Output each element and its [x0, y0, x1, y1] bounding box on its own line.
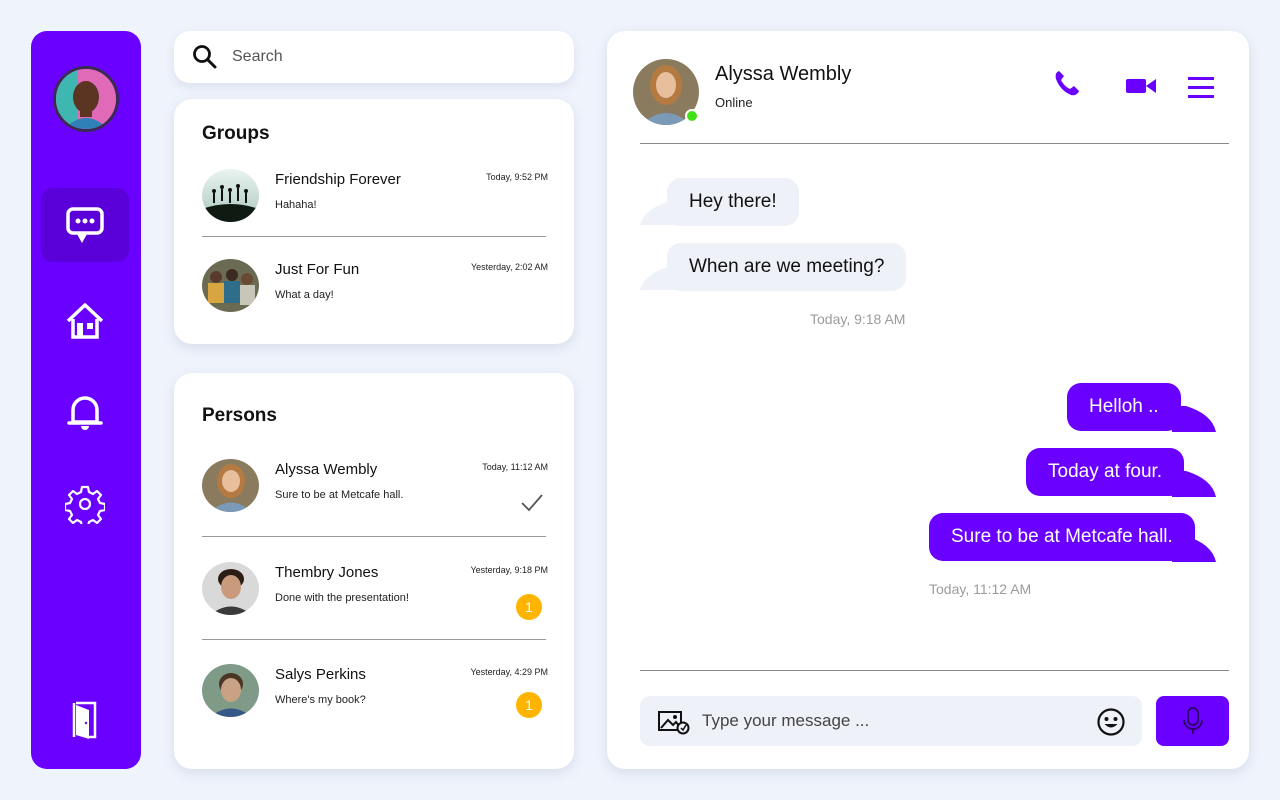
sidebar: [31, 31, 141, 769]
divider: [202, 536, 546, 537]
group-time: Yesterday, 2:02 AM: [470, 262, 548, 272]
unread-badge: 1: [516, 692, 542, 718]
divider: [202, 236, 546, 237]
user-avatar[interactable]: [53, 66, 119, 132]
group-last-message: What a day!: [275, 289, 334, 301]
group-avatar: [202, 169, 259, 222]
unread-badge: 1: [516, 594, 542, 620]
message-out: Helloh ..: [1067, 383, 1181, 431]
person-time: Yesterday, 4:29 PM: [470, 667, 548, 677]
group-item-friendship-forever[interactable]: Friendship Forever Hahaha! Today, 9:52 P…: [202, 169, 548, 229]
nav-home[interactable]: [41, 284, 129, 358]
message-input[interactable]: [702, 708, 1082, 734]
person-time: Today, 11:12 AM: [482, 462, 548, 472]
nav-chat[interactable]: [41, 188, 129, 262]
bell-icon: [67, 396, 103, 430]
person-avatar: [202, 664, 259, 717]
person-item-alyssa-wembly[interactable]: Alyssa Wembly Sure to be at Metcafe hall…: [202, 459, 548, 519]
person-last-message: Sure to be at Metcafe hall.: [275, 489, 404, 501]
message-composer: [640, 696, 1142, 746]
gear-icon: [65, 485, 105, 524]
microphone-icon: [1182, 707, 1203, 734]
phone-icon[interactable]: [1053, 69, 1081, 97]
person-item-thembry-jones[interactable]: Thembry Jones Done with the presentation…: [202, 562, 548, 622]
group-last-message: Hahaha!: [275, 199, 317, 211]
search-bar: [174, 31, 574, 83]
message-out: Sure to be at Metcafe hall.: [929, 513, 1195, 561]
header-divider: [640, 143, 1229, 144]
person-avatar: [202, 459, 259, 512]
video-icon[interactable]: [1125, 76, 1157, 96]
person-item-salys-perkins[interactable]: Salys Perkins Where's my book? Yesterday…: [202, 664, 548, 724]
chat-icon: [66, 207, 104, 244]
persons-card: Persons Alyssa Wembly Sure to be at Metc…: [174, 373, 574, 769]
person-name: Salys Perkins: [275, 666, 366, 683]
message-timestamp: Today, 11:12 AM: [929, 581, 1032, 597]
read-check-icon: [521, 494, 543, 512]
nav-notifications[interactable]: [41, 375, 129, 449]
message-in: Hey there!: [667, 178, 799, 226]
online-indicator: [685, 109, 699, 123]
nav-settings[interactable]: [41, 467, 129, 541]
voice-message-button[interactable]: [1156, 696, 1229, 746]
search-input[interactable]: [232, 48, 552, 66]
group-name: Just For Fun: [275, 261, 360, 278]
person-avatar: [202, 562, 259, 615]
search-icon[interactable]: [192, 44, 218, 70]
door-icon: [72, 701, 97, 739]
message-out: Today at four.: [1026, 448, 1185, 496]
group-avatar: [202, 259, 259, 312]
person-time: Yesterday, 9:18 PM: [470, 565, 548, 575]
logout-button[interactable]: [41, 683, 129, 757]
groups-title: Groups: [202, 123, 270, 144]
contact-name: Alyssa Wembly: [715, 63, 852, 85]
person-last-message: Where's my book?: [275, 694, 366, 706]
message-in: When are we meeting?: [667, 243, 907, 291]
composer-divider: [640, 670, 1229, 671]
emoji-icon[interactable]: [1096, 707, 1126, 737]
person-last-message: Done with the presentation!: [275, 592, 409, 604]
person-name: Alyssa Wembly: [275, 461, 378, 478]
groups-card: Groups Friendship Forever Hahaha! Today,…: [174, 99, 574, 344]
home-icon: [66, 303, 104, 339]
message-timestamp: Today, 9:18 AM: [810, 311, 906, 327]
persons-title: Persons: [202, 405, 277, 426]
menu-icon[interactable]: [1187, 75, 1215, 101]
group-name: Friendship Forever: [275, 171, 401, 188]
group-item-just-for-fun[interactable]: Just For Fun What a day! Yesterday, 2:02…: [202, 259, 548, 319]
divider: [202, 639, 546, 640]
attach-image-icon[interactable]: [658, 709, 690, 735]
group-time: Today, 9:52 PM: [486, 172, 548, 182]
person-name: Thembry Jones: [275, 564, 379, 581]
chat-panel: Alyssa Wembly Online Hey there! When are…: [607, 31, 1249, 769]
contact-status: Online: [715, 95, 753, 110]
